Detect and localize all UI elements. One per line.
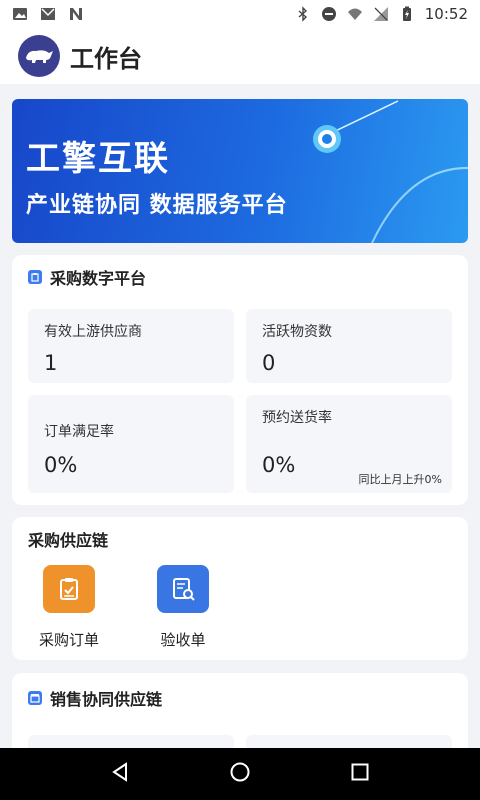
signal-icon <box>373 6 389 22</box>
stat-upstream-suppliers[interactable]: 有效上游供应商 1 <box>28 309 234 383</box>
sales-stat-placeholder[interactable] <box>246 735 452 748</box>
card-title: 销售协同供应链 <box>50 690 163 709</box>
stat-active-materials[interactable]: 活跃物资数 0 <box>246 309 452 383</box>
inspection-receipt-tile[interactable]: 验收单 <box>138 565 228 650</box>
sales-chain-card: 销售协同供应链 <box>12 673 468 748</box>
stat-order-fulfillment[interactable]: 订单满足率 0% <box>28 395 234 493</box>
recents-icon[interactable] <box>349 761 371 787</box>
clipboard-icon <box>28 270 42 284</box>
procurement-platform-card: 采购数字平台 有效上游供应商 1 活跃物资数 0 订单满足率 0% 预约送货率 … <box>12 255 468 505</box>
system-nav-bar <box>0 748 480 800</box>
purchase-order-tile[interactable]: 采购订单 <box>24 565 114 650</box>
inspection-receipt-icon <box>157 565 209 613</box>
banner-title: 工擎互联 <box>26 139 170 179</box>
card-title: 采购数字平台 <box>50 269 147 288</box>
promo-banner[interactable]: 工擎互联 产业链协同 数据服务平台 <box>12 99 468 243</box>
mail-notification-icon <box>40 6 56 22</box>
supply-chain-card: 采购供应链 采购订单 验收单 <box>12 517 468 660</box>
stat-note: 同比上月上升0% <box>358 473 442 486</box>
page-title: 工作台 <box>70 44 142 73</box>
status-bar: 10:52 <box>0 0 480 28</box>
wifi-icon <box>347 6 363 22</box>
status-time: 10:52 <box>424 5 468 23</box>
app-bar: 工作台 <box>0 28 480 84</box>
n-notification-icon <box>68 6 84 22</box>
card-title: 采购供应链 <box>28 531 109 550</box>
tile-label: 验收单 <box>160 631 206 649</box>
banner-subtitle: 产业链协同 数据服务平台 <box>26 193 288 218</box>
store-icon <box>28 691 42 705</box>
tile-label: 采购订单 <box>38 631 99 649</box>
content-scroll[interactable]: 工擎互联 产业链协同 数据服务平台 采购数字平台 有效上游供应商 1 活跃物资数… <box>0 84 480 748</box>
stat-value: 0% <box>44 453 78 477</box>
stat-label: 预约送货率 <box>262 410 332 426</box>
do-not-disturb-icon <box>321 6 337 22</box>
battery-icon <box>399 6 415 22</box>
stat-label: 订单满足率 <box>44 424 114 440</box>
rhino-logo-icon <box>18 35 60 77</box>
home-icon[interactable] <box>229 761 251 787</box>
stat-value: 0 <box>262 351 276 375</box>
stat-label: 活跃物资数 <box>262 324 332 340</box>
stat-value: 0% <box>262 453 296 477</box>
stat-label: 有效上游供应商 <box>44 324 142 340</box>
stat-value: 1 <box>44 351 58 375</box>
stat-delivery-appointment[interactable]: 预约送货率 0% 同比上月上升0% <box>246 395 452 493</box>
sales-stat-placeholder[interactable] <box>28 735 234 748</box>
purchase-order-icon <box>43 565 95 613</box>
back-icon[interactable] <box>109 761 131 787</box>
bluetooth-icon <box>295 6 311 22</box>
image-notification-icon <box>12 6 28 22</box>
